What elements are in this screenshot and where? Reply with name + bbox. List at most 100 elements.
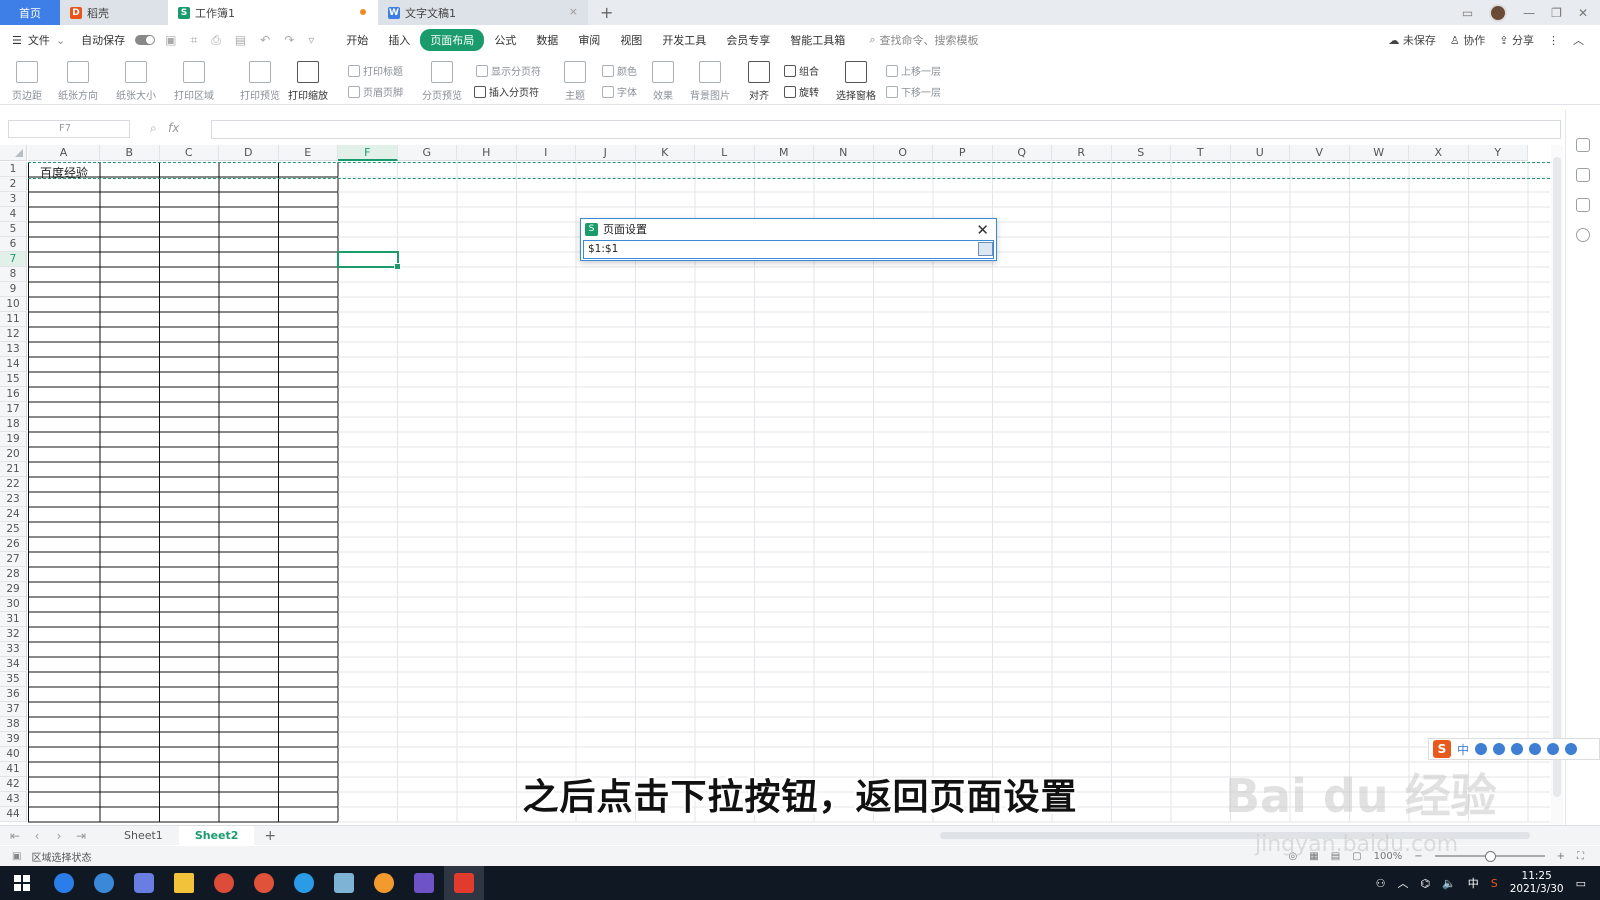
- row-header-8[interactable]: 8: [0, 267, 27, 282]
- insert-page-break-button[interactable]: 插入分页符: [474, 84, 539, 99]
- customize-icon[interactable]: ▿: [308, 33, 314, 47]
- column-header-W[interactable]: W: [1349, 145, 1409, 161]
- share-button[interactable]: ⇪ 分享: [1499, 32, 1534, 48]
- row-header-39[interactable]: 39: [0, 732, 27, 747]
- margins-button[interactable]: 页边距: [12, 61, 42, 102]
- taskbar-app-4[interactable]: [164, 866, 204, 900]
- row-header-31[interactable]: 31: [0, 612, 27, 627]
- fonts-button[interactable]: 字体: [602, 84, 637, 99]
- row-header-16[interactable]: 16: [0, 387, 27, 402]
- taskbar-app-8[interactable]: [324, 866, 364, 900]
- column-header-R[interactable]: R: [1052, 145, 1112, 161]
- settings-slider-icon[interactable]: [1576, 138, 1590, 152]
- row-header-23[interactable]: 23: [0, 492, 27, 507]
- menu-tab-7[interactable]: 开发工具: [652, 29, 716, 51]
- column-header-M[interactable]: M: [754, 145, 814, 161]
- taskbar-app-10[interactable]: [404, 866, 444, 900]
- column-header-Y[interactable]: Y: [1468, 145, 1528, 161]
- group-button[interactable]: 组合: [784, 63, 819, 78]
- restore-icon[interactable]: ❐: [1551, 6, 1562, 20]
- menu-tab-3[interactable]: 公式: [484, 29, 526, 51]
- column-header-H[interactable]: H: [457, 145, 517, 161]
- row-header-2[interactable]: 2: [0, 177, 27, 192]
- more-icon[interactable]: ⋮: [1548, 34, 1559, 47]
- colors-button[interactable]: 颜色: [602, 63, 637, 78]
- row-header-12[interactable]: 12: [0, 327, 27, 342]
- column-header-S[interactable]: S: [1111, 145, 1171, 161]
- column-header-K[interactable]: K: [635, 145, 695, 161]
- row-header-20[interactable]: 20: [0, 447, 27, 462]
- column-header-Q[interactable]: Q: [992, 145, 1052, 161]
- taskbar-app-6[interactable]: [244, 866, 284, 900]
- row-header-28[interactable]: 28: [0, 567, 27, 582]
- clock[interactable]: 11:25 2021/3/30: [1510, 870, 1564, 896]
- menu-tab-2[interactable]: 页面布局: [420, 29, 485, 51]
- punctuation-icon[interactable]: [1475, 743, 1488, 755]
- sogou-ime-icon[interactable]: S: [1433, 740, 1451, 758]
- window-layout-icon[interactable]: ▭: [1462, 6, 1473, 20]
- column-header-V[interactable]: V: [1290, 145, 1350, 161]
- format-painter-icon[interactable]: ⌗: [190, 33, 197, 48]
- taskbar-app-7[interactable]: [284, 866, 324, 900]
- row-header-25[interactable]: 25: [0, 522, 27, 537]
- print-icon[interactable]: ⎙: [211, 33, 221, 48]
- cell-a1[interactable]: 百度经验: [40, 164, 88, 181]
- notification-icon[interactable]: ▭: [1576, 877, 1586, 890]
- column-header-U[interactable]: U: [1230, 145, 1290, 161]
- column-header-C[interactable]: C: [159, 145, 219, 161]
- close-icon[interactable]: ✕: [976, 221, 989, 239]
- print-preview-button[interactable]: 打印预览: [240, 61, 280, 102]
- zoom-in-icon[interactable]: +: [1557, 851, 1565, 862]
- row-header-36[interactable]: 36: [0, 687, 27, 702]
- paper-size-button[interactable]: 纸张大小: [116, 61, 156, 102]
- file-menu[interactable]: 文件: [28, 32, 50, 48]
- keyboard-icon[interactable]: [1529, 743, 1542, 755]
- tray-lang[interactable]: 中: [1468, 875, 1479, 891]
- sheet-tab-sheet2[interactable]: Sheet2: [178, 825, 255, 846]
- row-header-18[interactable]: 18: [0, 417, 27, 432]
- row-header-34[interactable]: 34: [0, 657, 27, 672]
- row-header-17[interactable]: 17: [0, 402, 27, 417]
- row-header-22[interactable]: 22: [0, 477, 27, 492]
- skin-icon[interactable]: [1547, 743, 1560, 755]
- rotate-button[interactable]: 旋转: [784, 84, 819, 99]
- menu-tab-6[interactable]: 视图: [610, 29, 652, 51]
- column-header-P[interactable]: P: [933, 145, 993, 161]
- row-header-19[interactable]: 19: [0, 432, 27, 447]
- unsaved-button[interactable]: ☁ 未保存: [1388, 32, 1436, 48]
- next-sheet-icon[interactable]: ›: [52, 829, 66, 843]
- row-header-33[interactable]: 33: [0, 642, 27, 657]
- menu-tab-0[interactable]: 开始: [336, 29, 378, 51]
- sogou-tray-icon[interactable]: S: [1491, 877, 1498, 890]
- select-all-corner[interactable]: [0, 145, 27, 161]
- column-header-D[interactable]: D: [219, 145, 279, 161]
- macro-icon[interactable]: ▣: [12, 851, 21, 862]
- network-icon[interactable]: ⌬: [1420, 877, 1430, 890]
- column-header-X[interactable]: X: [1409, 145, 1469, 161]
- start-button[interactable]: [0, 866, 44, 900]
- column-header-E[interactable]: E: [278, 145, 338, 161]
- theme-button[interactable]: 主题: [564, 61, 586, 102]
- row-header-15[interactable]: 15: [0, 372, 27, 387]
- minimize-icon[interactable]: —: [1523, 6, 1535, 20]
- taskbar-app-3[interactable]: [124, 866, 164, 900]
- row-header-11[interactable]: 11: [0, 312, 27, 327]
- scroll-thumb[interactable]: [1553, 157, 1561, 797]
- row-header-32[interactable]: 32: [0, 627, 27, 642]
- effects-button[interactable]: 效果: [652, 61, 674, 102]
- taskbar-app-wps[interactable]: [444, 866, 484, 900]
- row-header-37[interactable]: 37: [0, 702, 27, 717]
- taskbar-app-9[interactable]: [364, 866, 404, 900]
- undo-icon[interactable]: ↶: [260, 33, 270, 47]
- row-header-6[interactable]: 6: [0, 237, 27, 252]
- toolbox-icon[interactable]: [1565, 743, 1578, 755]
- row-header-29[interactable]: 29: [0, 582, 27, 597]
- print-scale-button[interactable]: 打印缩放: [288, 61, 328, 102]
- bring-forward-button[interactable]: 上移一层: [886, 63, 941, 78]
- fx-icon[interactable]: fx: [168, 121, 179, 135]
- row-header-1[interactable]: 1: [0, 162, 27, 177]
- add-sheet-button[interactable]: +: [264, 828, 276, 844]
- sheet-tab-sheet1[interactable]: Sheet1: [108, 826, 179, 846]
- orientation-button[interactable]: 纸张方向: [58, 61, 98, 102]
- row-header-4[interactable]: 4: [0, 207, 27, 222]
